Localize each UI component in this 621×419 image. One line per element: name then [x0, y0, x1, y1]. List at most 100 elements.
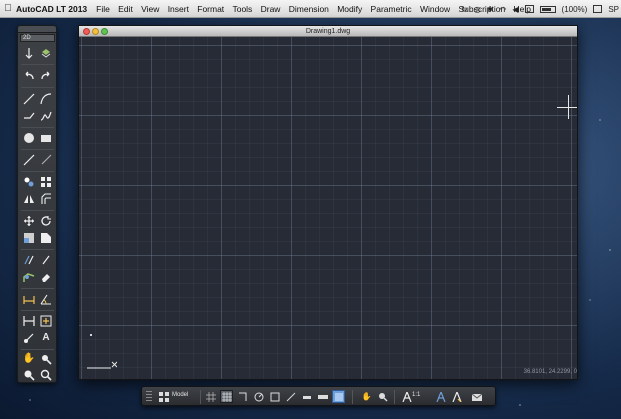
menu-edit[interactable]: Edit [118, 4, 133, 14]
construction-line-icon[interactable] [22, 153, 36, 167]
dimension-icon[interactable] [22, 314, 36, 328]
palette-divider [21, 349, 54, 350]
copy-icon[interactable] [22, 175, 36, 189]
snap-mode-icon[interactable] [204, 390, 217, 403]
select-arrow-icon[interactable] [22, 46, 36, 60]
mirror-icon[interactable] [22, 192, 36, 206]
menu-view[interactable]: View [141, 4, 159, 14]
trim-icon[interactable] [22, 253, 36, 267]
menu-window[interactable]: Window [420, 4, 450, 14]
insert-block-icon[interactable] [39, 314, 53, 328]
leader-icon[interactable] [22, 331, 36, 345]
status-divider [352, 390, 353, 404]
menu-format[interactable]: Format [197, 4, 224, 14]
fillet-icon[interactable] [22, 270, 36, 284]
clock-text[interactable]: SP [608, 5, 619, 14]
crosshair-cursor-horizontal [557, 107, 577, 108]
crosshair-cursor-vertical [568, 95, 569, 119]
auto-scale-icon[interactable] [450, 390, 463, 403]
palette-divider [21, 310, 54, 311]
status-bar-grip[interactable] [146, 391, 152, 402]
polar-tracking-icon[interactable] [252, 390, 265, 403]
origin-marker [90, 334, 92, 336]
menu-modify[interactable]: Modify [337, 4, 362, 14]
workspace-selector[interactable]: 2D [20, 34, 55, 42]
tool-palette: 2D A ✋ [17, 25, 57, 383]
menu-draw[interactable]: Draw [261, 4, 281, 14]
battery-icon[interactable] [539, 5, 556, 13]
menu-parametric[interactable]: Parametric [371, 4, 412, 14]
polyline-icon[interactable] [22, 109, 36, 123]
palette-divider [21, 64, 54, 65]
palette-divider [21, 149, 54, 150]
volume-icon[interactable]: ◀ [512, 5, 518, 14]
sync-icon[interactable]: ↻ [461, 5, 468, 14]
annotation-visibility-icon[interactable] [434, 390, 447, 403]
zoom-extents-icon[interactable] [39, 368, 53, 382]
palette-divider [21, 171, 54, 172]
object-snap-icon[interactable] [268, 390, 281, 403]
pan-icon[interactable]: ✋ [360, 390, 373, 403]
apple-icon[interactable]:  [0, 3, 16, 14]
minimize-window-button[interactable] [92, 28, 99, 35]
grid-display-icon[interactable] [220, 390, 233, 403]
status-divider [394, 390, 395, 404]
move-icon[interactable] [22, 214, 36, 228]
array-icon[interactable] [39, 175, 53, 189]
dynamic-input-icon[interactable] [316, 390, 329, 403]
stretch-icon[interactable] [39, 231, 53, 245]
undo-icon[interactable] [22, 69, 36, 83]
spline-icon[interactable] [39, 109, 53, 123]
lineweight-icon[interactable] [300, 390, 313, 403]
time-machine-icon[interactable]: ◴ [474, 5, 481, 14]
status-divider [200, 390, 201, 404]
bluetooth-icon[interactable]: ✱ [487, 5, 494, 14]
text-icon[interactable]: A [39, 331, 53, 345]
zoom-window-icon[interactable] [22, 368, 36, 382]
menu-file[interactable]: File [96, 4, 110, 14]
layers-icon[interactable] [39, 46, 53, 60]
menu-dimension[interactable]: Dimension [289, 4, 329, 14]
communication-center-icon[interactable] [470, 390, 483, 403]
quick-properties-icon[interactable] [332, 390, 345, 403]
palette-divider [21, 249, 54, 250]
pan-hand-icon[interactable]: ✋ [22, 352, 36, 366]
zoom-icon[interactable] [39, 352, 53, 366]
quick-view-icon[interactable] [157, 390, 170, 403]
menu-bar:  AutoCAD LT 2013 File Edit View Insert … [0, 0, 621, 18]
extend-icon[interactable] [39, 253, 53, 267]
model-space-label[interactable]: Model [172, 392, 188, 398]
circle-icon[interactable] [22, 131, 36, 145]
rotate-icon[interactable] [39, 214, 53, 228]
rectangle-icon[interactable] [39, 131, 53, 145]
ray-icon[interactable] [39, 153, 53, 167]
drawing-window: Drawing1.dwg 36.8101, 24.2299, 0 [78, 25, 578, 380]
palette-titlebar[interactable] [18, 26, 56, 33]
menu-insert[interactable]: Insert [168, 4, 189, 14]
wifi-icon[interactable]: ◠ [499, 5, 506, 14]
ortho-mode-icon[interactable] [236, 390, 249, 403]
erase-icon[interactable] [39, 270, 53, 284]
app-name-menu[interactable]: AutoCAD LT 2013 [16, 4, 87, 14]
annotation-scale-label[interactable]: 1:1 [412, 392, 420, 398]
object-snap-tracking-icon[interactable] [284, 390, 297, 403]
menu-tools[interactable]: Tools [232, 4, 252, 14]
arc-icon[interactable] [39, 92, 53, 106]
palette-divider [21, 87, 54, 88]
line-icon[interactable] [22, 92, 36, 106]
angular-dimension-icon[interactable] [39, 292, 53, 306]
drawing-canvas[interactable]: 36.8101, 24.2299, 0 [79, 37, 577, 379]
zoom-realtime-icon[interactable] [376, 390, 389, 403]
flag-icon[interactable] [593, 5, 603, 13]
window-titlebar[interactable]: Drawing1.dwg [79, 26, 577, 37]
scale-icon[interactable] [22, 231, 36, 245]
linear-dimension-icon[interactable] [22, 292, 36, 306]
redo-icon[interactable] [39, 69, 53, 83]
palette-divider [21, 288, 54, 289]
close-window-button[interactable] [83, 28, 90, 35]
offset-icon[interactable] [39, 192, 53, 206]
palette-divider [21, 210, 54, 211]
display-icon[interactable] [524, 5, 534, 13]
zoom-window-button[interactable] [101, 28, 108, 35]
status-menu-area: ↻ ◴ ✱ ◠ ◀ (100%) SP [461, 0, 619, 18]
